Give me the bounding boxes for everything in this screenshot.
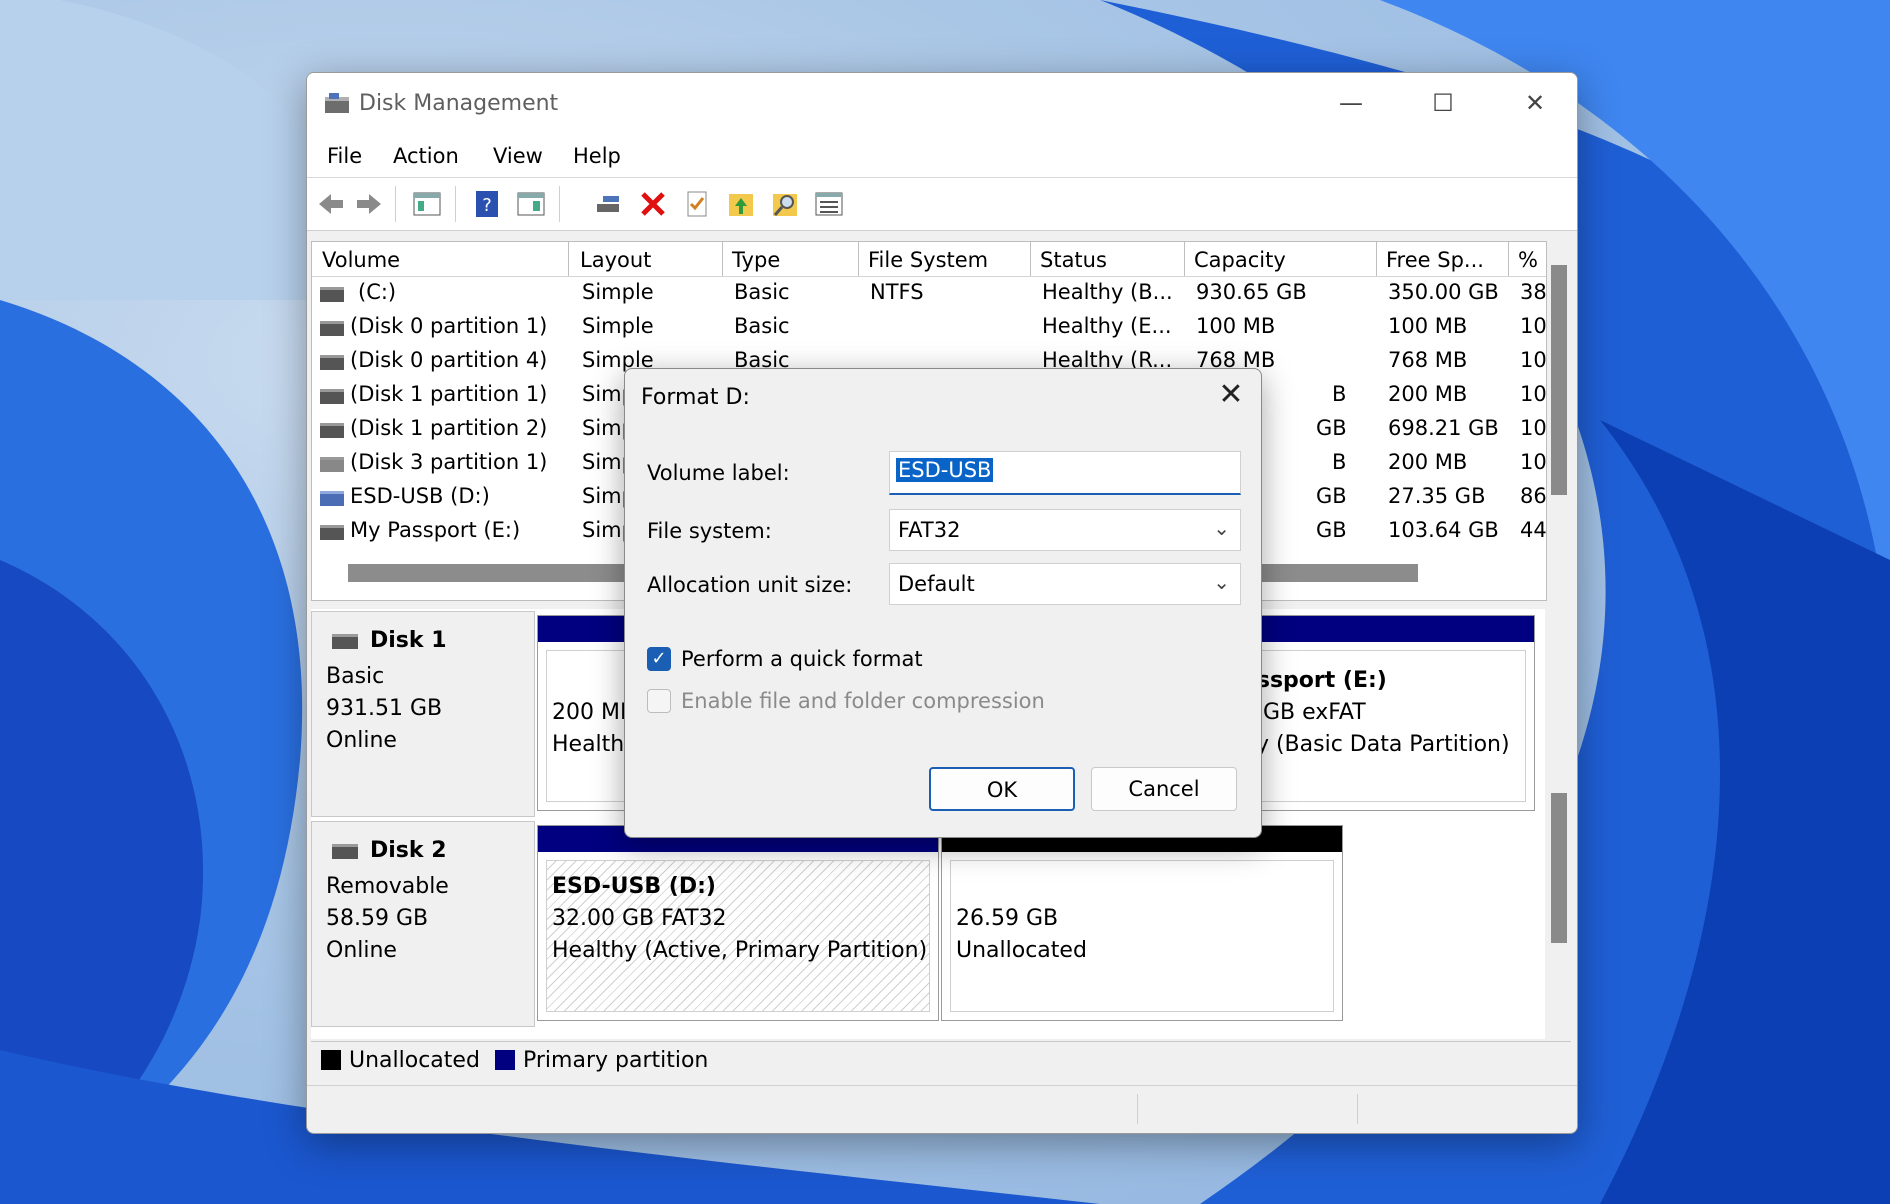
status-bar [307, 1085, 1577, 1132]
toolbar: ? [307, 178, 1577, 231]
disk-2-unallocated-space[interactable]: 26.59 GB Unallocated [941, 825, 1343, 1021]
table-row[interactable]: (C:) Simple Basic NTFS Healthy (B... 930… [312, 276, 1546, 310]
menu-view[interactable]: View [493, 144, 543, 168]
legend-unallocated: Unallocated [349, 1048, 480, 1073]
col-capacity[interactable]: Capacity [1194, 248, 1286, 272]
help-icon[interactable]: ? [471, 188, 503, 220]
menu-action[interactable]: Action [393, 144, 459, 168]
dialog-close-icon[interactable]: ✕ [1209, 375, 1253, 415]
volume-label-label: Volume label: [647, 461, 790, 485]
disk-icon [332, 844, 358, 859]
col-type[interactable]: Type [732, 248, 780, 272]
drive-icon [320, 457, 344, 472]
usb-drive-icon [320, 491, 344, 506]
window-title: Disk Management [359, 91, 559, 116]
svg-text:?: ? [482, 195, 492, 216]
disk-1-my-passport-partition[interactable]: assport (E:) 8 GB exFAT hy (Basic Data P… [1241, 615, 1535, 811]
drive-icon [320, 525, 344, 540]
maximize-icon[interactable]: ☐ [1423, 85, 1463, 121]
col-layout[interactable]: Layout [580, 248, 651, 272]
volume-label-value: ESD-USB [896, 458, 994, 482]
dialog-title: Format D: [641, 385, 750, 410]
col-free-space[interactable]: Free Sp... [1386, 248, 1484, 272]
disk-map-vertical-scrollbar[interactable] [1547, 633, 1571, 1033]
disk-icon [332, 634, 358, 649]
menu-file[interactable]: File [327, 144, 362, 168]
chevron-down-icon: ⌄ [1213, 516, 1230, 540]
menu-help[interactable]: Help [573, 144, 621, 168]
allocation-unit-size-value: Default [898, 572, 975, 596]
forward-arrow-icon[interactable] [353, 188, 385, 220]
compression-label: Enable file and folder compression [681, 689, 1045, 713]
scrollbar-thumb[interactable] [1551, 793, 1567, 943]
table-row[interactable]: (Disk 0 partition 1) Simple Basic Health… [312, 310, 1546, 344]
drive-icon [320, 287, 344, 302]
chevron-down-icon: ⌄ [1213, 570, 1230, 594]
volume-list-vertical-scrollbar[interactable] [1547, 241, 1571, 601]
properties-pane-icon[interactable] [515, 188, 547, 220]
legend-primary-swatch [495, 1050, 515, 1070]
drive-icon [320, 321, 344, 336]
title-bar: Disk Management — ☐ ✕ [307, 73, 1577, 135]
file-system-value: FAT32 [898, 518, 961, 542]
cancel-button[interactable]: Cancel [1091, 767, 1237, 811]
col-volume[interactable]: Volume [322, 248, 400, 272]
disk-1-info[interactable]: Disk 1 Basic 931.51 GB Online [311, 611, 535, 817]
allocation-unit-size-label: Allocation unit size: [647, 573, 853, 597]
volume-label-input[interactable]: ESD-USB [889, 451, 1241, 495]
close-icon[interactable]: ✕ [1515, 85, 1555, 121]
delete-icon[interactable] [637, 188, 669, 220]
back-arrow-icon[interactable] [315, 188, 347, 220]
disk-2-info[interactable]: Disk 2 Removable 58.59 GB Online [311, 821, 535, 1027]
disk-1-partition-1[interactable]: 200 MB Healthy [537, 615, 637, 811]
checklist-icon[interactable] [681, 188, 713, 220]
format-dialog: Format D: ✕ Volume label: ESD-USB File s… [624, 368, 1262, 838]
compression-checkbox [647, 689, 671, 713]
drive-icon [320, 389, 344, 404]
volume-list-header: Volume Layout Type File System Status Ca… [312, 242, 1546, 277]
menu-bar: File Action View Help [307, 135, 1577, 178]
quick-format-label[interactable]: Perform a quick format [681, 647, 923, 671]
col-file-system[interactable]: File System [868, 248, 988, 272]
minimize-icon[interactable]: — [1331, 85, 1371, 121]
folder-search-icon[interactable] [769, 188, 801, 220]
show-hide-console-tree-icon[interactable] [411, 188, 443, 220]
quick-format-checkbox[interactable]: ✓ [647, 647, 671, 671]
connect-disk-icon[interactable] [593, 188, 625, 220]
col-status[interactable]: Status [1040, 248, 1107, 272]
legend-unallocated-swatch [321, 1050, 341, 1070]
legend-primary: Primary partition [523, 1048, 709, 1073]
legend: Unallocated Primary partition [311, 1041, 1571, 1080]
ok-button[interactable]: OK [929, 767, 1075, 811]
folder-up-icon[interactable] [725, 188, 757, 220]
scrollbar-thumb[interactable] [1551, 265, 1567, 495]
list-view-icon[interactable] [813, 188, 845, 220]
col-percent[interactable]: % [1518, 248, 1538, 272]
file-system-select[interactable]: FAT32 ⌄ [889, 509, 1241, 551]
drive-icon [320, 355, 344, 370]
disk-2-esd-usb-partition[interactable]: ESD-USB (D:) 32.00 GB FAT32 Healthy (Act… [537, 825, 939, 1021]
disk-management-app-icon [325, 93, 349, 113]
drive-icon [320, 423, 344, 438]
allocation-unit-size-select[interactable]: Default ⌄ [889, 563, 1241, 605]
file-system-label: File system: [647, 519, 772, 543]
